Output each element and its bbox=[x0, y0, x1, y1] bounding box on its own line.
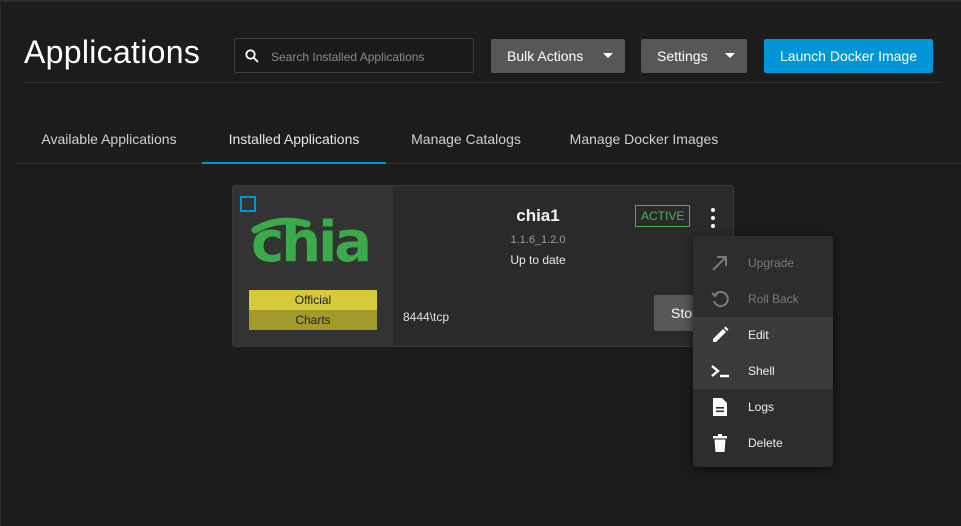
official-badge: Official bbox=[249, 290, 377, 310]
caret-down-icon bbox=[603, 53, 613, 58]
menu-item-edit[interactable]: Edit bbox=[693, 317, 833, 353]
menu-item-label: Upgrade bbox=[748, 256, 795, 270]
menu-item-delete[interactable]: Delete bbox=[693, 425, 833, 461]
menu-item-label: Edit bbox=[748, 328, 769, 342]
bulk-actions-label: Bulk Actions bbox=[507, 48, 584, 64]
update-status: Up to date bbox=[510, 253, 566, 267]
more-options-icon[interactable] bbox=[703, 206, 723, 230]
upgrade-icon bbox=[712, 256, 727, 271]
rollback-icon bbox=[711, 291, 729, 308]
tab-installed-applications[interactable]: Installed Applications bbox=[202, 116, 386, 164]
logs-icon bbox=[713, 398, 727, 416]
svg-text:chia: chia bbox=[251, 210, 369, 266]
settings-label: Settings bbox=[657, 48, 708, 64]
status-badge: ACTIVE bbox=[635, 205, 691, 227]
tab-available-applications[interactable]: Available Applications bbox=[16, 116, 202, 162]
search-box[interactable] bbox=[234, 38, 474, 74]
shell-icon bbox=[711, 365, 729, 378]
app-card-logo-panel: chia Official Charts bbox=[233, 186, 393, 346]
edit-icon bbox=[713, 326, 729, 342]
menu-item-label: Shell bbox=[748, 364, 775, 378]
menu-item-label: Delete bbox=[748, 436, 783, 450]
header-divider bbox=[24, 82, 941, 83]
app-ports: 8444\tcp bbox=[403, 310, 450, 324]
app-version: 1.1.6_1.2.0 bbox=[510, 234, 566, 246]
search-icon bbox=[245, 49, 259, 63]
menu-item-upgrade[interactable]: Upgrade bbox=[693, 245, 833, 281]
launch-docker-image-label: Launch Docker Image bbox=[780, 48, 917, 64]
menu-item-label: Roll Back bbox=[748, 292, 799, 306]
menu-item-label: Logs bbox=[748, 400, 775, 414]
tab-bar: Available Applications Installed Applica… bbox=[16, 116, 961, 164]
tab-manage-catalogs[interactable]: Manage Catalogs bbox=[386, 116, 546, 162]
caret-down-icon bbox=[725, 53, 735, 58]
page-title: Applications bbox=[24, 34, 201, 70]
app-card: chia Official Charts chia1 1.1.6_1.2.0 U… bbox=[232, 185, 734, 347]
tab-manage-docker-images[interactable]: Manage Docker Images bbox=[546, 116, 742, 162]
search-input[interactable] bbox=[269, 39, 473, 74]
delete-icon bbox=[713, 434, 727, 452]
settings-button[interactable]: Settings bbox=[641, 39, 747, 73]
menu-item-shell[interactable]: Shell bbox=[693, 353, 833, 389]
app-context-menu: Upgrade Roll Back Edit Shell Logs Delete bbox=[693, 236, 833, 467]
menu-item-logs[interactable]: Logs bbox=[693, 389, 833, 425]
bulk-actions-button[interactable]: Bulk Actions bbox=[491, 39, 625, 73]
launch-docker-image-button[interactable]: Launch Docker Image bbox=[764, 39, 933, 73]
chia-logo: chia bbox=[251, 210, 372, 266]
charts-badge: Charts bbox=[249, 310, 377, 330]
menu-item-roll-back[interactable]: Roll Back bbox=[693, 281, 833, 317]
